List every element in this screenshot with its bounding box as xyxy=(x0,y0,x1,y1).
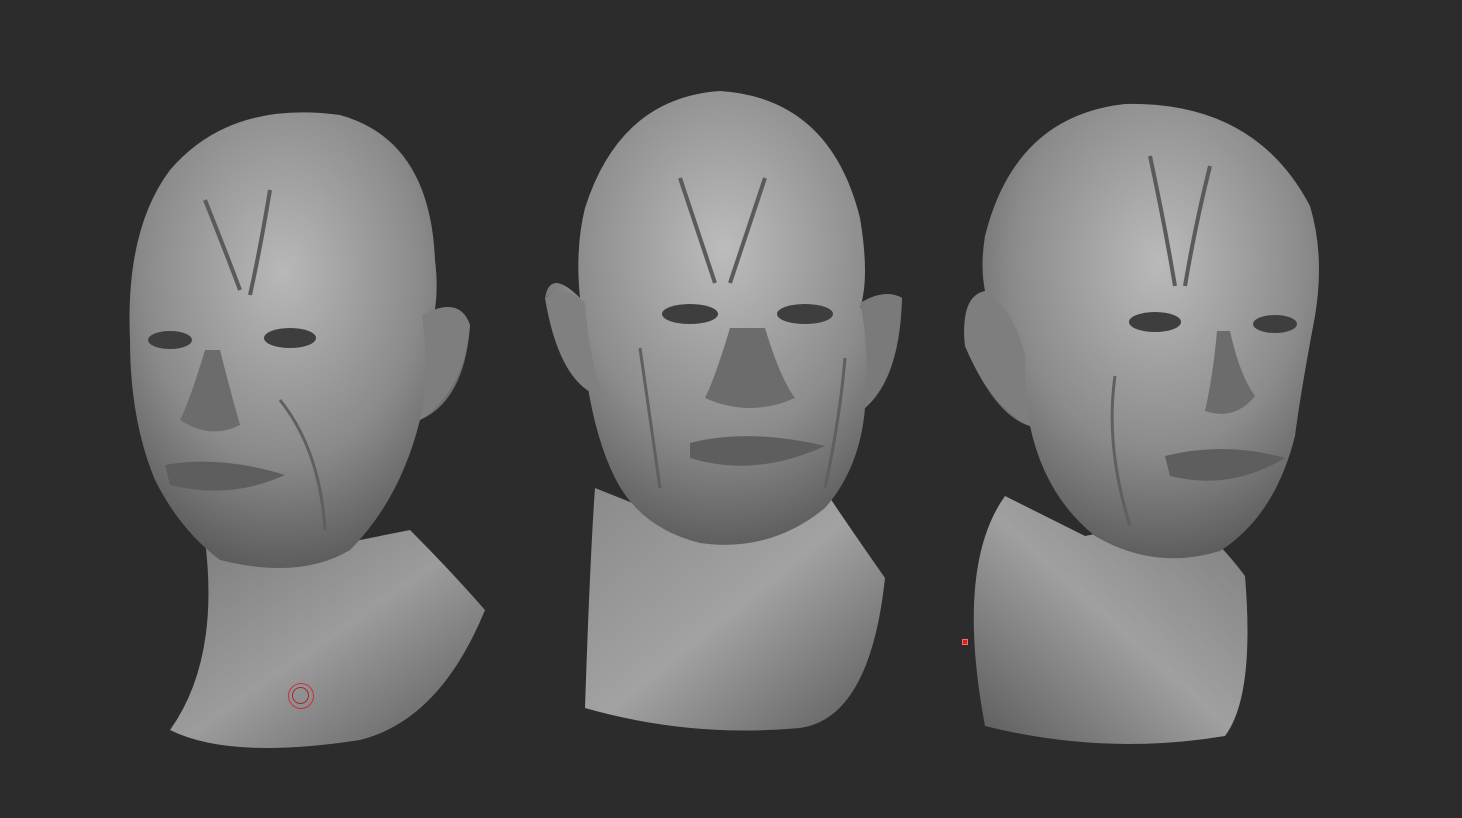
brush-circle-icon xyxy=(288,683,314,709)
bust-left-render xyxy=(129,112,485,748)
bust-view-three-quarter-right[interactable] xyxy=(955,96,1325,746)
bust-right-render xyxy=(964,103,1319,744)
red-square-marker-icon xyxy=(962,639,968,645)
bust-view-three-quarter-left[interactable] xyxy=(110,100,500,770)
bust-view-front[interactable] xyxy=(540,88,910,738)
sculpt-viewport[interactable] xyxy=(0,0,1462,818)
bust-front-render xyxy=(545,91,902,731)
